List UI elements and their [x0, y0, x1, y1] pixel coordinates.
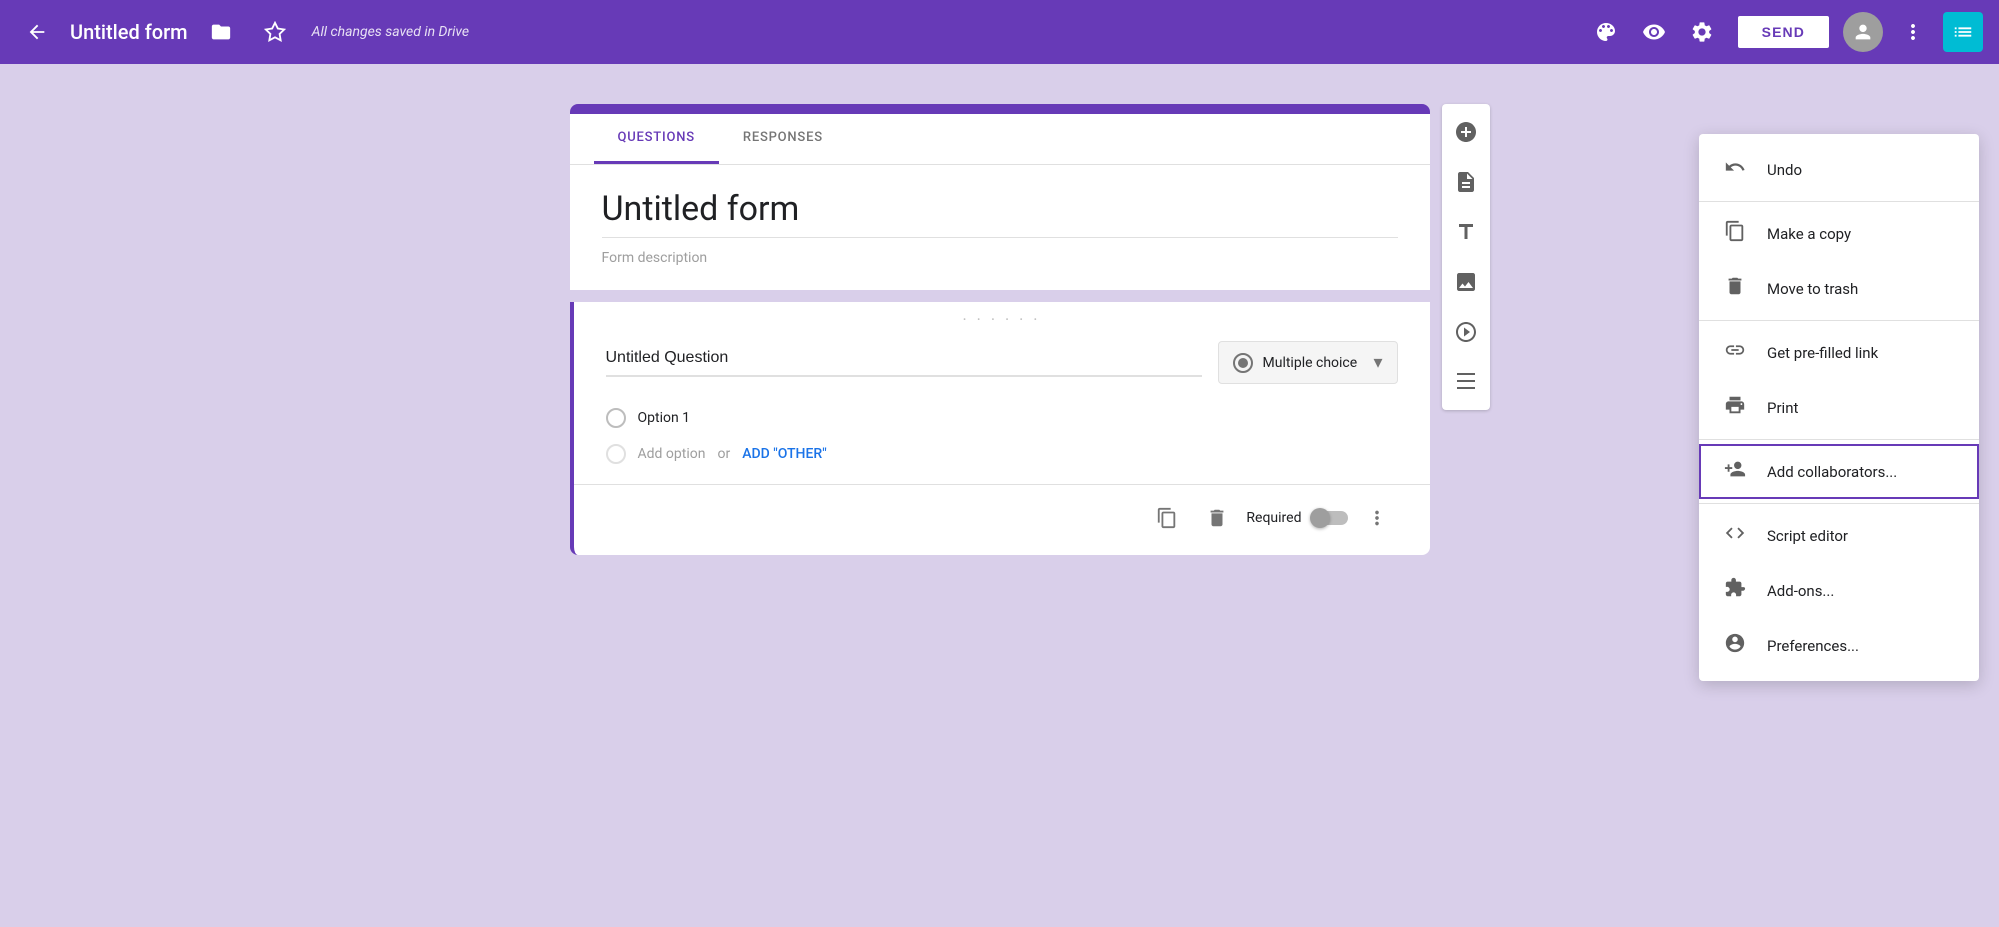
menu-item-preferences[interactable]: Preferences... [1699, 618, 1979, 673]
undo-icon [1723, 156, 1747, 183]
question-type-label: Multiple choice [1263, 355, 1364, 371]
settings-button[interactable] [1680, 10, 1724, 54]
copy-icon [1723, 220, 1747, 247]
form-title-header: Untitled form [70, 20, 188, 44]
back-button[interactable] [16, 11, 58, 53]
trash-icon [1723, 275, 1747, 302]
add-other-button[interactable]: ADD "OTHER" [742, 446, 826, 462]
option-row: Option 1 [606, 400, 1398, 436]
add-person-icon [1723, 458, 1747, 485]
star-button[interactable] [254, 11, 296, 53]
toggle-knob [1310, 508, 1330, 528]
menu-undo-label: Undo [1767, 161, 1802, 179]
add-option-or: or [717, 446, 730, 462]
menu-item-move-to-trash[interactable]: Move to trash [1699, 261, 1979, 316]
preview-button[interactable] [1632, 10, 1676, 54]
menu-item-print[interactable]: Print [1699, 380, 1979, 435]
dropdown-menu: Undo Make a copy Move to trash Get pre-f… [1699, 134, 1979, 681]
saved-status: All changes saved in Drive [312, 24, 469, 40]
code-icon [1723, 522, 1747, 549]
person-settings-icon [1723, 632, 1747, 659]
required-section: Required [1246, 510, 1347, 526]
divider-3 [1699, 439, 1979, 440]
radio-icon [1233, 353, 1253, 373]
menu-move-to-trash-label: Move to trash [1767, 280, 1858, 298]
form-tabs: QUESTIONS RESPONSES [570, 114, 1430, 165]
form-description-input[interactable]: Form description [602, 238, 1398, 274]
add-section-button[interactable] [1442, 358, 1490, 406]
form-title-section: Untitled form Form description [570, 165, 1430, 290]
tab-responses[interactable]: RESPONSES [719, 114, 847, 164]
question-type-select[interactable]: Multiple choice ▾ [1218, 341, 1398, 384]
palette-button[interactable] [1584, 10, 1628, 54]
form-container: QUESTIONS RESPONSES Untitled form Form d… [570, 104, 1430, 887]
divider-4 [1699, 503, 1979, 504]
menu-item-add-collaborators[interactable]: Add collaborators... [1699, 444, 1979, 499]
menu-item-undo[interactable]: Undo [1699, 142, 1979, 197]
duplicate-question-button[interactable] [1146, 497, 1188, 539]
menu-script-editor-label: Script editor [1767, 527, 1848, 545]
header-actions: SEND [1584, 10, 1983, 54]
puzzle-icon [1723, 577, 1747, 604]
tab-questions[interactable]: QUESTIONS [594, 114, 719, 164]
folder-button[interactable] [200, 11, 242, 53]
more-menu-button[interactable] [1891, 10, 1935, 54]
required-label: Required [1246, 510, 1301, 526]
question-row: Multiple choice ▾ [574, 333, 1430, 400]
main-content: QUESTIONS RESPONSES Untitled form Form d… [0, 64, 1999, 927]
print-icon [1723, 394, 1747, 421]
add-option-text[interactable]: Add option [638, 446, 706, 462]
menu-item-script-editor[interactable]: Script editor [1699, 508, 1979, 563]
menu-item-pre-filled-link[interactable]: Get pre-filled link [1699, 325, 1979, 380]
question-more-button[interactable] [1356, 497, 1398, 539]
add-title-button[interactable] [1442, 208, 1490, 256]
user-avatar[interactable] [1843, 12, 1883, 52]
question-title-input[interactable] [606, 349, 1202, 377]
menu-print-label: Print [1767, 399, 1798, 417]
menu-preferences-label: Preferences... [1767, 637, 1859, 655]
header: Untitled form All changes saved in Drive… [0, 0, 1999, 64]
link-icon [1723, 339, 1747, 366]
right-sidebar [1442, 104, 1490, 410]
question-footer: Required [574, 484, 1430, 539]
add-option-row: Add option or ADD "OTHER" [606, 436, 1398, 472]
app-switcher[interactable] [1943, 12, 1983, 52]
add-question-button[interactable] [1442, 108, 1490, 156]
form-title-input[interactable]: Untitled form [602, 189, 1398, 238]
drag-handle[interactable]: · · · · · · [574, 302, 1430, 333]
divider-2 [1699, 320, 1979, 321]
menu-item-make-copy[interactable]: Make a copy [1699, 206, 1979, 261]
option-radio [606, 408, 626, 428]
import-questions-button[interactable] [1442, 158, 1490, 206]
send-button[interactable]: SEND [1736, 14, 1831, 50]
add-option-radio [606, 444, 626, 464]
divider-1 [1699, 201, 1979, 202]
menu-pre-filled-label: Get pre-filled link [1767, 344, 1878, 362]
required-toggle[interactable] [1312, 511, 1348, 525]
menu-add-ons-label: Add-ons... [1767, 582, 1834, 600]
options-section: Option 1 Add option or ADD "OTHER" [574, 400, 1430, 472]
radio-inner [1238, 358, 1248, 368]
menu-make-copy-label: Make a copy [1767, 225, 1851, 243]
delete-question-button[interactable] [1196, 497, 1238, 539]
question-card: · · · · · · Multiple choice ▾ Option 1 [570, 302, 1430, 555]
menu-item-add-ons[interactable]: Add-ons... [1699, 563, 1979, 618]
form-header-card: QUESTIONS RESPONSES Untitled form Form d… [570, 104, 1430, 290]
add-image-button[interactable] [1442, 258, 1490, 306]
menu-add-collaborators-label: Add collaborators... [1767, 463, 1897, 481]
option-1-label[interactable]: Option 1 [638, 410, 691, 426]
add-video-button[interactable] [1442, 308, 1490, 356]
chevron-down-icon: ▾ [1373, 352, 1382, 373]
